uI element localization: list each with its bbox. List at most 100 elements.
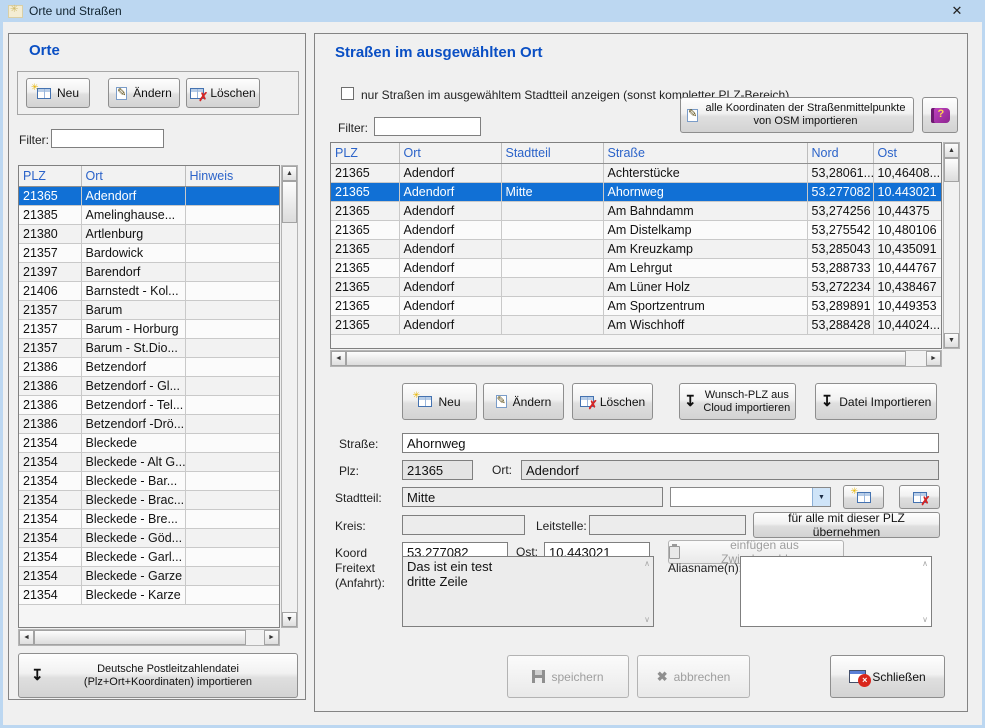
cell-plz: 21365 (331, 277, 399, 296)
strasse-input[interactable] (402, 433, 939, 453)
strassen-table-row[interactable]: 21365 Adendorf Achterstücke 53,28061... … (331, 163, 942, 182)
stadtteil-loeschen-button[interactable] (899, 485, 940, 509)
cell-ost: 10,435091 (873, 239, 942, 258)
orte-table-row[interactable]: 21386 Betzendorf -Drö... (19, 414, 280, 433)
strasse-label: Straße: (339, 437, 378, 451)
column-header-plz[interactable]: PLZ (19, 166, 81, 186)
cell-ort: Adendorf (399, 163, 501, 182)
plz-datei-import-button[interactable]: ↧ Deutsche Postleitzahlendatei (Plz+Ort+… (18, 653, 298, 698)
aliasname-textarea[interactable] (741, 557, 931, 626)
stadtteil-input[interactable] (402, 487, 663, 507)
cell-ort: Bleckede - Alt G... (81, 452, 185, 471)
freitext-area: Das ist ein test dritte Zeile ∧ ∨ (402, 556, 654, 627)
cell-strasse: Achterstücke (603, 163, 807, 182)
column-header-ort[interactable]: Ort (81, 166, 185, 186)
orte-filter-input[interactable] (51, 129, 164, 148)
chevron-down-icon[interactable]: ▼ (812, 488, 830, 506)
orte-table-row[interactable]: 21357 Bardowick (19, 243, 280, 262)
column-header-strasse[interactable]: Straße (603, 143, 807, 163)
strassen-table-row[interactable]: 21365 Adendorf Am Wischhoff 53,288428 10… (331, 315, 942, 334)
scroll-right-button[interactable]: ► (264, 630, 279, 645)
cell-ort: Adendorf (399, 258, 501, 277)
plz-uebernehmen-button[interactable]: für alle mit dieser PLZ übernehmen (753, 512, 940, 538)
column-header-stadtteil[interactable]: Stadtteil (501, 143, 603, 163)
save-floppy-icon (532, 670, 545, 683)
cell-hinweis (185, 376, 280, 395)
strassen-table-row[interactable]: 21365 Adendorf Am Kreuzkamp 53,285043 10… (331, 239, 942, 258)
orte-neu-button[interactable]: Neu (26, 78, 90, 108)
strassen-table-row[interactable]: 21365 Adendorf Am Sportzentrum 53,289891… (331, 296, 942, 315)
orte-table-row[interactable]: 21357 Barum - St.Dio... (19, 338, 280, 357)
orte-table-row[interactable]: 21354 Bleckede - Bre... (19, 509, 280, 528)
strassen-table-row[interactable]: 21365 Adendorf Am Bahndamm 53,274256 10,… (331, 201, 942, 220)
new-table-icon (857, 492, 871, 503)
orte-table-row[interactable]: 21354 Bleckede - Alt G... (19, 452, 280, 471)
leitstelle-input[interactable] (589, 515, 746, 535)
column-header-ost[interactable]: Ost (873, 143, 942, 163)
strassen-table-row[interactable]: 21365 Adendorf Am Lüner Holz 53,272234 1… (331, 277, 942, 296)
scroll-down-button[interactable]: ▼ (282, 612, 297, 627)
column-header-plz[interactable]: PLZ (331, 143, 399, 163)
column-header-ort[interactable]: Ort (399, 143, 501, 163)
stadtteil-combobox[interactable]: ▼ (670, 487, 831, 507)
orte-horizontal-scrollbar[interactable]: ◄ ► (18, 629, 280, 646)
column-header-hinweis[interactable]: Hinweis (185, 166, 280, 186)
strassen-filter-input[interactable] (374, 117, 481, 136)
strassen-table-row[interactable]: 21365 Adendorf Am Distelkamp 53,275542 1… (331, 220, 942, 239)
cell-plz: 21354 (19, 433, 81, 452)
strassen-table-row[interactable]: 21365 Adendorf Mitte Ahornweg 53.277082 … (331, 182, 942, 201)
orte-table-row[interactable]: 21386 Betzendorf (19, 357, 280, 376)
stadtteil-neu-button[interactable] (843, 485, 884, 509)
orte-table-row[interactable]: 21386 Betzendorf - Gl... (19, 376, 280, 395)
orte-table-row[interactable]: 21354 Bleckede - Göd... (19, 528, 280, 547)
freitext-textarea[interactable]: Das ist ein test dritte Zeile (403, 557, 653, 626)
cell-ost: 10,480106 (873, 220, 942, 239)
orte-table-row[interactable]: 21380 Artlenburg (19, 224, 280, 243)
help-button[interactable]: ? (922, 97, 958, 133)
orte-table-row[interactable]: 21354 Bleckede - Brac... (19, 490, 280, 509)
scroll-right-button[interactable]: ► (926, 351, 941, 366)
orte-table-row[interactable]: 21397 Barendorf (19, 262, 280, 281)
orte-table-row[interactable]: 21354 Bleckede (19, 433, 280, 452)
orte-vertical-scrollbar[interactable]: ▲ ▼ (281, 165, 298, 628)
strasse-neu-button[interactable]: Neu (402, 383, 477, 420)
strasse-loeschen-button[interactable]: Löschen (572, 383, 653, 420)
scrollbar-thumb[interactable] (34, 630, 246, 645)
scroll-down-button[interactable]: ▼ (944, 333, 959, 348)
scroll-up-button[interactable]: ▲ (944, 143, 959, 158)
title-bar[interactable]: ✳ Orte und Straßen ✕ (0, 0, 985, 22)
stadtteil-filter-checkbox[interactable] (341, 87, 354, 100)
cell-ort: Bleckede - Karze (81, 585, 185, 604)
orte-table-row[interactable]: 21385 Amelinghause... (19, 205, 280, 224)
strassen-vertical-scrollbar[interactable]: ▲ ▼ (943, 142, 960, 349)
strassen-table-row[interactable]: 21365 Adendorf Am Lehrgut 53,288733 10,4… (331, 258, 942, 277)
scroll-up-button[interactable]: ▲ (282, 166, 297, 181)
orte-table-row[interactable]: 21386 Betzendorf - Tel... (19, 395, 280, 414)
scrollbar-thumb[interactable] (346, 351, 906, 366)
cell-strasse: Am Kreuzkamp (603, 239, 807, 258)
orte-table-row[interactable]: 21354 Bleckede - Garze (19, 566, 280, 585)
orte-table-row[interactable]: 21406 Barnstedt - Kol... (19, 281, 280, 300)
scrollbar-thumb[interactable] (282, 181, 297, 223)
wunsch-plz-cloud-button[interactable]: ↧ Wunsch-PLZ aus Cloud importieren (679, 383, 796, 420)
orte-table-row[interactable]: 21357 Barum (19, 300, 280, 319)
kreis-input[interactable] (402, 515, 525, 535)
osm-import-button[interactable]: alle Koordinaten der Straßenmittelpunkte… (680, 97, 914, 133)
orte-table-row[interactable]: 21354 Bleckede - Karze (19, 585, 280, 604)
cell-hinweis (185, 319, 280, 338)
orte-table-row[interactable]: 21357 Barum - Horburg (19, 319, 280, 338)
strassen-horizontal-scrollbar[interactable]: ◄ ► (330, 350, 942, 367)
orte-aendern-button[interactable]: Ändern (108, 78, 180, 108)
strasse-aendern-button[interactable]: Ändern (483, 383, 564, 420)
window-close-button[interactable]: ✕ (941, 0, 973, 22)
schliessen-button[interactable]: × Schließen (830, 655, 945, 698)
datei-importieren-button[interactable]: ↧ Datei Importieren (815, 383, 937, 420)
scroll-left-button[interactable]: ◄ (331, 351, 346, 366)
orte-table-row[interactable]: 21365 Adendorf (19, 186, 280, 205)
scroll-left-button[interactable]: ◄ (19, 630, 34, 645)
orte-table-row[interactable]: 21354 Bleckede - Bar... (19, 471, 280, 490)
orte-table-row[interactable]: 21354 Bleckede - Garl... (19, 547, 280, 566)
orte-loeschen-button[interactable]: Löschen (186, 78, 260, 108)
column-header-nord[interactable]: Nord (807, 143, 873, 163)
scrollbar-thumb[interactable] (944, 158, 959, 182)
